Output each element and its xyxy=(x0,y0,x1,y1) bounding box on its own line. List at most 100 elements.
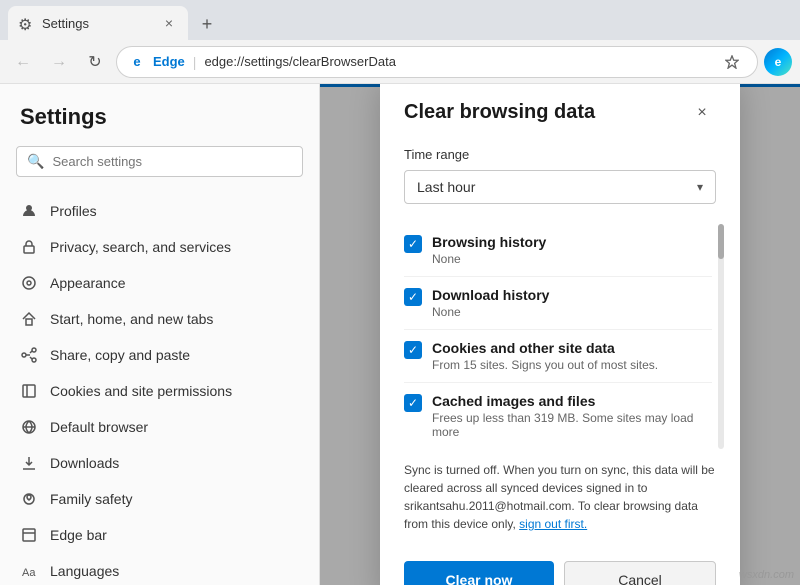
cookies-label: Cookies and other site data xyxy=(432,340,712,356)
download-history-label: Download history xyxy=(432,287,712,303)
sidebar-item-languages[interactable]: Aa Languages xyxy=(0,553,319,585)
options-container: ✓ Browsing history None ✓ xyxy=(404,224,716,449)
profiles-icon xyxy=(20,202,38,220)
browsing-history-content: Browsing history None xyxy=(432,234,712,266)
browser-frame: ⚙ Settings × + ← → ↻ e Edge | edge://set… xyxy=(0,0,800,585)
refresh-button[interactable]: ↻ xyxy=(80,47,110,77)
favorites-icon[interactable] xyxy=(719,49,745,75)
cached-label: Cached images and files xyxy=(432,393,712,409)
settings-tab[interactable]: ⚙ Settings × xyxy=(8,6,188,40)
profiles-label: Profiles xyxy=(50,203,97,219)
sync-notice: Sync is turned off. When you turn on syn… xyxy=(404,449,716,545)
dropdown-arrow-icon: ▾ xyxy=(697,180,703,194)
url-text: edge://settings/clearBrowserData xyxy=(204,54,711,69)
default-browser-icon xyxy=(20,418,38,436)
edge-label: Edge xyxy=(153,54,185,69)
languages-label: Languages xyxy=(50,563,119,579)
sidebar-item-edge-bar[interactable]: Edge bar xyxy=(0,517,319,553)
sidebar-title: Settings xyxy=(0,104,319,146)
scroll-thumb[interactable] xyxy=(718,224,724,259)
back-button[interactable]: ← xyxy=(8,47,38,77)
cancel-button[interactable]: Cancel xyxy=(564,561,716,585)
appearance-label: Appearance xyxy=(50,275,126,291)
start-home-icon xyxy=(20,310,38,328)
sidebar-item-family[interactable]: Family safety xyxy=(0,481,319,517)
tab-bar: ⚙ Settings × + xyxy=(0,0,800,40)
edge-profile-icon[interactable]: e xyxy=(764,48,792,76)
sidebar-item-share[interactable]: Share, copy and paste xyxy=(0,337,319,373)
address-bar[interactable]: e Edge | edge://settings/clearBrowserDat… xyxy=(116,46,758,78)
browsing-history-sublabel: None xyxy=(432,252,712,266)
downloads-label: Downloads xyxy=(50,455,119,471)
browsing-history-checkbox[interactable]: ✓ xyxy=(404,235,422,253)
modal-title: Clear browsing data xyxy=(404,101,595,124)
time-range-label: Time range xyxy=(404,147,716,162)
browsing-history-item: ✓ Browsing history None xyxy=(404,224,712,277)
sidebar-item-default-browser[interactable]: Default browser xyxy=(0,409,319,445)
share-label: Share, copy and paste xyxy=(50,347,190,363)
sign-out-link[interactable]: sign out first. xyxy=(519,517,587,531)
search-box[interactable]: 🔍 xyxy=(16,146,303,177)
sidebar-item-downloads[interactable]: Downloads xyxy=(0,445,319,481)
sidebar-item-privacy[interactable]: Privacy, search, and services xyxy=(0,229,319,265)
sidebar: Settings 🔍 Profiles Privacy, search, and… xyxy=(0,84,320,585)
appearance-icon xyxy=(20,274,38,292)
languages-icon: Aa xyxy=(20,562,38,580)
sidebar-item-start-home[interactable]: Start, home, and new tabs xyxy=(0,301,319,337)
default-browser-label: Default browser xyxy=(50,419,148,435)
cookies-item: ✓ Cookies and other site data From 15 si… xyxy=(404,330,712,383)
toolbar-right: e xyxy=(764,48,792,76)
watermark: wsxdn.com xyxy=(739,569,794,581)
privacy-label: Privacy, search, and services xyxy=(50,239,231,255)
privacy-icon xyxy=(20,238,38,256)
modal-close-button[interactable]: × xyxy=(688,99,716,127)
forward-icon: → xyxy=(51,53,67,71)
url-divider: | xyxy=(193,54,197,70)
download-history-sublabel: None xyxy=(432,305,712,319)
cookies-sublabel: From 15 sites. Signs you out of most sit… xyxy=(432,358,712,372)
edge-icon: e xyxy=(129,54,145,70)
sidebar-item-appearance[interactable]: Appearance xyxy=(0,265,319,301)
content-area: Clear browsing data × Time range Last ho… xyxy=(320,84,800,585)
cookies-content: Cookies and other site data From 15 site… xyxy=(432,340,712,372)
forward-button[interactable]: → xyxy=(44,47,74,77)
cached-sublabel: Frees up less than 319 MB. Some sites ma… xyxy=(432,411,712,439)
downloads-icon xyxy=(20,454,38,472)
refresh-icon: ↻ xyxy=(88,52,101,72)
time-range-dropdown[interactable]: Last hour ▾ xyxy=(404,170,716,204)
svg-text:Aa: Aa xyxy=(22,567,36,579)
family-icon xyxy=(20,490,38,508)
sidebar-item-cookies[interactable]: Cookies and site permissions xyxy=(0,373,319,409)
time-range-value: Last hour xyxy=(417,179,475,195)
scroll-track xyxy=(718,224,724,449)
download-history-content: Download history None xyxy=(432,287,712,319)
search-input[interactable] xyxy=(52,154,292,169)
cookies-checkbox[interactable]: ✓ xyxy=(404,341,422,359)
download-history-item: ✓ Download history None xyxy=(404,277,712,330)
clear-browsing-data-modal: Clear browsing data × Time range Last ho… xyxy=(380,84,740,585)
address-bar-actions xyxy=(719,49,745,75)
settings-tab-title: Settings xyxy=(42,16,152,31)
main-area: Settings 🔍 Profiles Privacy, search, and… xyxy=(0,84,800,585)
modal-overlay: Clear browsing data × Time range Last ho… xyxy=(320,84,800,585)
settings-tab-icon: ⚙ xyxy=(18,15,34,31)
checkbox-list: ✓ Browsing history None ✓ xyxy=(404,224,716,449)
browsing-history-label: Browsing history xyxy=(432,234,712,250)
start-home-label: Start, home, and new tabs xyxy=(50,311,213,327)
download-history-checkbox[interactable]: ✓ xyxy=(404,288,422,306)
sidebar-item-profiles[interactable]: Profiles xyxy=(0,193,319,229)
new-tab-button[interactable]: + xyxy=(192,8,222,40)
cookies-label: Cookies and site permissions xyxy=(50,383,232,399)
cookies-icon xyxy=(20,382,38,400)
modal-header: Clear browsing data × xyxy=(404,99,716,127)
clear-now-button[interactable]: Clear now xyxy=(404,561,554,585)
share-icon xyxy=(20,346,38,364)
family-label: Family safety xyxy=(50,491,132,507)
search-icon: 🔍 xyxy=(27,153,44,170)
cached-content: Cached images and files Frees up less th… xyxy=(432,393,712,439)
tab-close-button[interactable]: × xyxy=(160,14,178,32)
back-icon: ← xyxy=(15,53,31,71)
edge-bar-icon xyxy=(20,526,38,544)
toolbar: ← → ↻ e Edge | edge://settings/clearBrow… xyxy=(0,40,800,84)
cached-checkbox[interactable]: ✓ xyxy=(404,394,422,412)
